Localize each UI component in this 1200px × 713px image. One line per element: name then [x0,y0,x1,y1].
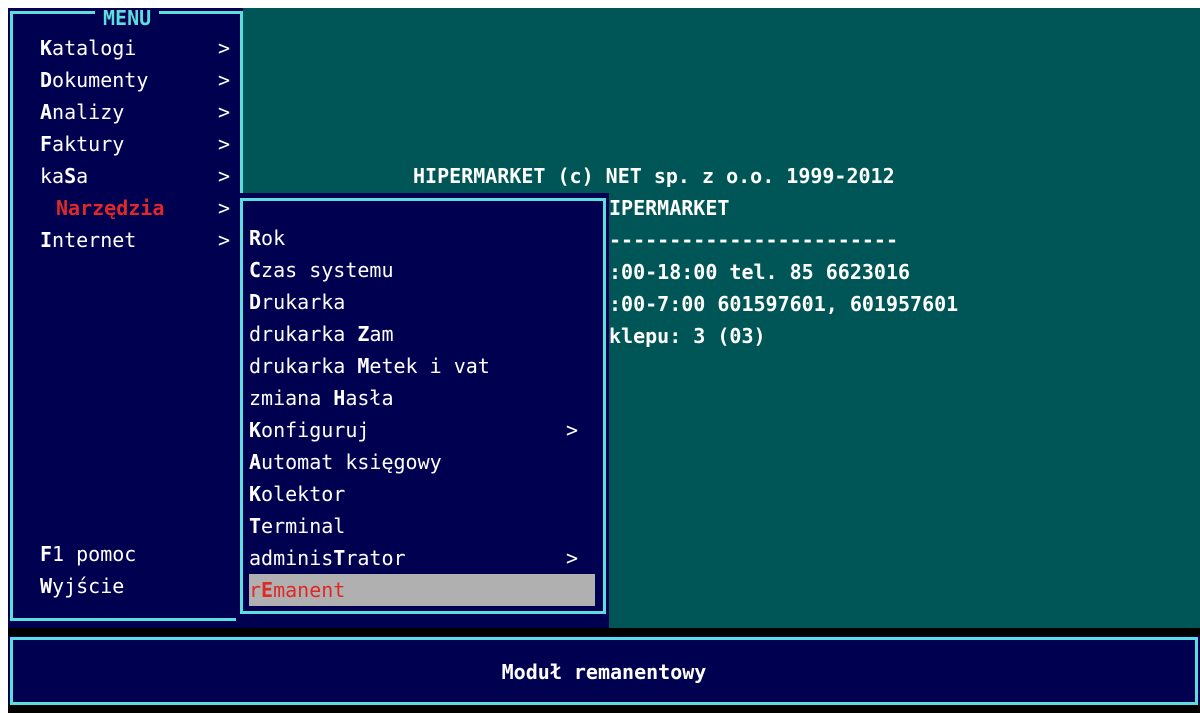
menu-item-label: nalizy [52,100,125,124]
menu-item-label: nternet [52,228,137,252]
main-menu-item[interactable]: Katalogi > [40,32,234,64]
submenu-item-label: erminal [261,514,346,538]
status-bar-text: Moduł remanentowy [501,660,707,684]
submenu-item-hotkey: T [333,546,346,570]
submenu-arrow-icon: > [218,196,231,220]
menu-item-hotkey: I [40,228,53,252]
menu-title: MENU [95,8,160,28]
submenu-arrow-icon: > [566,546,579,570]
submenu-item-label: manent [273,578,346,602]
submenu-item-hotkey: C [249,258,262,282]
submenu-item-hotkey: R [249,226,262,250]
submenu-arrow-icon: > [218,228,231,252]
submenu-item-label: am [369,322,394,346]
submenu-item-hotkey: E [261,578,274,602]
submenu-item[interactable]: Terminal [249,510,595,542]
submenu-item-label: etek i vat [369,354,490,378]
submenu-item-hotkey: H [333,386,346,410]
submenu-item-label: rator [345,546,406,570]
submenu-item-label-prefix: drukarka [249,354,358,378]
submenu-item[interactable]: drukarka Zam [249,318,595,350]
help-menu-item[interactable]: F1 pomoc [40,538,136,570]
menu-item-hotkey: F [40,132,53,156]
submenu-item-label: utomat księgowy [261,450,442,474]
submenu-item[interactable]: Konfiguruj > [249,414,595,446]
submenu-item-label: rukarka [261,290,346,314]
menu-item-label-prefix: ka [40,164,65,188]
info-line-4: :00-7:00 601597601, 601957601 [609,292,959,316]
submenu-item-label: asła [345,386,394,410]
submenu-item-label-prefix: zmiana [249,386,334,410]
submenu-item-label: olektor [261,482,346,506]
submenu-item-label: zas systemu [261,258,394,282]
submenu-item[interactable]: drukarka Metek i vat [249,350,595,382]
exit-menu-item[interactable]: Wyjście [40,570,124,602]
submenu-item-hotkey: Z [357,322,370,346]
submenu-arrow-icon: > [218,164,231,188]
menu-item-hotkey: S [64,164,77,188]
submenu-arrow-icon: > [218,36,231,60]
submenu-item[interactable]: rEmanent [249,574,595,606]
info-line-1: IPERMARKET [609,196,730,220]
menu-item-hotkey: A [40,100,53,124]
submenu-item-label: onfiguruj [261,418,370,442]
submenu-item[interactable]: Rok [249,222,595,254]
submenu-arrow-icon: > [218,100,231,124]
submenu-item-hotkey: A [249,450,262,474]
copyright-line: HIPERMARKET (c) NET sp. z o.o. 1999-2012 [413,164,895,188]
main-menu-item[interactable]: Dokumenty > [40,64,234,96]
menu-item-label: atalogi [52,36,137,60]
submenu-item[interactable]: Automat księgowy [249,446,595,478]
menu-item-hotkey: F [40,542,53,566]
submenu-item[interactable]: Czas systemu [249,254,595,286]
info-line-3: :00-18:00 tel. 85 6623016 [609,260,911,284]
submenu-arrow-icon: > [218,132,231,156]
submenu-item-hotkey: M [357,354,370,378]
menu-item-hotkey: W [40,574,53,598]
menu-item-label: 1 pomoc [52,542,137,566]
menu-item-label: aktury [52,132,125,156]
info-line-5: klepu: 3 (03) [609,324,766,348]
main-menu-item[interactable]: Analizy > [40,96,234,128]
submenu-item[interactable]: zmiana Hasła [249,382,595,414]
menu-item-label: yjście [52,574,125,598]
submenu-arrow-icon: > [218,68,231,92]
submenu-item-label: ok [261,226,286,250]
menu-item-label: a [76,164,89,188]
submenu-item-hotkey: K [249,418,262,442]
menu-item-label: Narzędzia [56,196,165,220]
main-menu-item[interactable]: Narzędzia > [24,192,234,224]
menu-item-label: okumenty [52,68,149,92]
submenu-item[interactable]: adminisTrator > [249,542,595,574]
main-menu-item[interactable]: kaSa > [40,160,234,192]
submenu-item-label-prefix: drukarka [249,322,358,346]
menu-item-hotkey: K [40,36,53,60]
main-menu-item[interactable]: Faktury > [40,128,234,160]
terminal-screen: HIPERMARKET (c) NET sp. z o.o. 1999-2012… [8,8,1200,713]
submenu-item-label-prefix: adminis [249,546,334,570]
info-line-2: ------------------------ [609,228,898,252]
submenu-item[interactable]: Kolektor [249,478,595,510]
main-menu-item[interactable]: Internet > [40,224,234,256]
submenu-arrow-icon: > [566,418,579,442]
menu-item-hotkey: D [40,68,53,92]
submenu-item-label-prefix: r [249,578,262,602]
submenu-item-hotkey: K [249,482,262,506]
submenu-item-hotkey: T [249,514,262,538]
submenu-item[interactable]: Drukarka [249,286,595,318]
submenu-item-hotkey: D [249,290,262,314]
